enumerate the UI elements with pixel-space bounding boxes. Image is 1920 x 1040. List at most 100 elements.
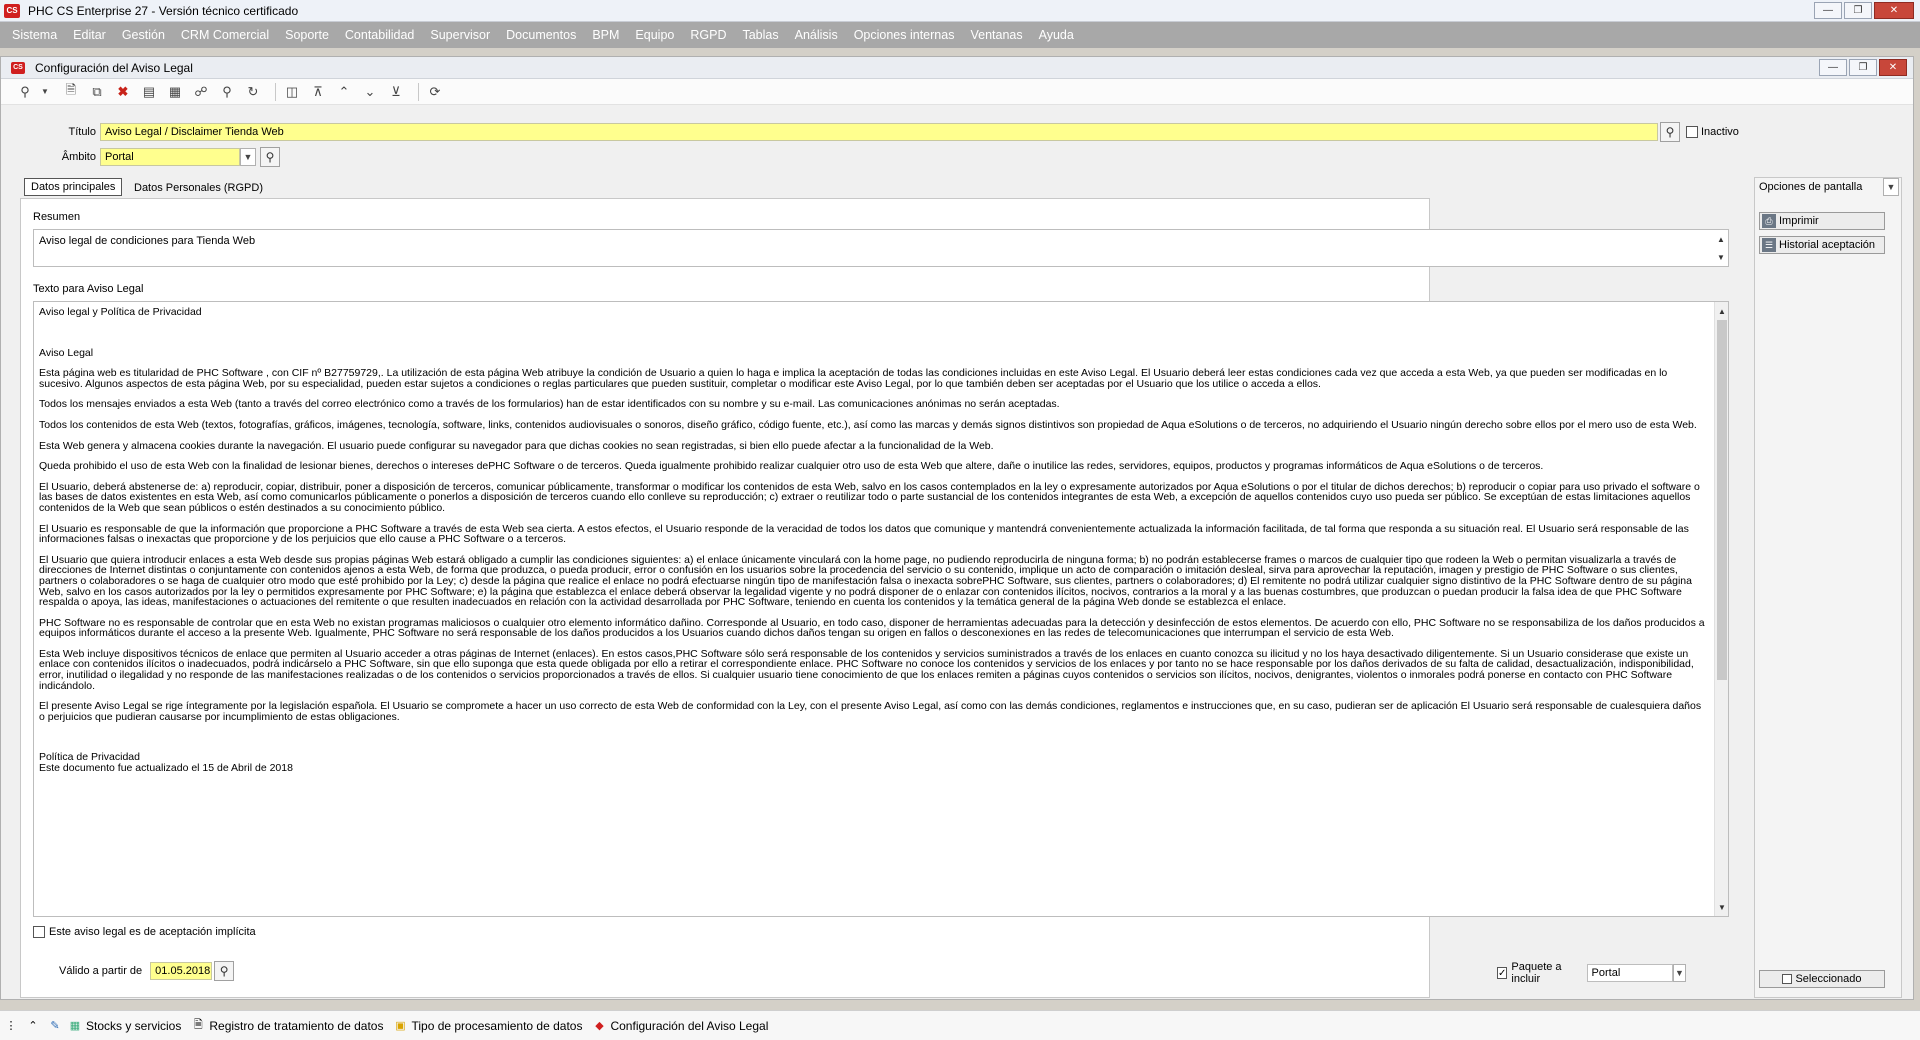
menu-item-ayuda[interactable]: Ayuda xyxy=(1033,28,1080,42)
texto-scrollbar[interactable]: ▲ ▼ xyxy=(1714,302,1728,916)
taskbar-item-aviso-legal[interactable]: ◆ Configuración del Aviso Legal xyxy=(592,1019,768,1033)
menu-item-tablas[interactable]: Tablas xyxy=(736,28,784,42)
app-titlebar: CS PHC CS Enterprise 27 - Versión técnic… xyxy=(0,0,1920,22)
preview-icon[interactable]: ◫ xyxy=(282,82,302,102)
menu-item-gestión[interactable]: Gestión xyxy=(116,28,171,42)
tab-datos-personales[interactable]: Datos Personales (RGPD) xyxy=(128,179,269,197)
menu-item-ventanas[interactable]: Ventanas xyxy=(964,28,1028,42)
legal-paragraph: El Usuario es responsable de que la info… xyxy=(39,522,1692,546)
search-icon[interactable]: ⚲ xyxy=(15,82,35,102)
ambito-dropdown-icon[interactable]: ▼ xyxy=(240,148,256,166)
window-controls: — ❐ ✕ xyxy=(1819,59,1907,76)
titulo-row: Título Aviso Legal / Disclaimer Tienda W… xyxy=(30,122,1739,142)
implicit-checkbox[interactable] xyxy=(33,926,45,938)
window-close-icon[interactable]: ✕ xyxy=(1879,59,1907,76)
dropdown-arrow-icon[interactable]: ▼ xyxy=(35,82,55,102)
valido-row: Válido a partir de 01.05.2018 ⚲ xyxy=(59,961,235,981)
menu-item-sistema[interactable]: Sistema xyxy=(6,28,63,42)
reload-icon[interactable]: ⟳ xyxy=(425,82,445,102)
scroll-up-icon[interactable]: ▲ xyxy=(1715,304,1728,318)
window-restore-icon[interactable]: ❐ xyxy=(1849,59,1877,76)
legal-paragraph: Esta página web es titularidad de PHC So… xyxy=(39,367,1671,390)
new-document-icon[interactable]: 🗎 xyxy=(61,82,81,102)
legal-paragraph: PHC Software no es responsable de contro… xyxy=(39,616,1708,640)
paquete-row: ✓ Paquete a incluir Portal ▼ xyxy=(1497,961,1686,985)
seleccionado-checkbox[interactable] xyxy=(1782,974,1793,984)
find-icon[interactable]: ⚲ xyxy=(217,82,237,102)
last-record-icon[interactable]: ⊻ xyxy=(386,82,406,102)
paquete-select[interactable]: Portal xyxy=(1586,964,1673,982)
taskbar-item-label: Stocks y servicios xyxy=(86,1018,182,1033)
menu-item-soporte[interactable]: Soporte xyxy=(279,28,335,42)
minimize-icon[interactable]: — xyxy=(1814,2,1842,19)
seleccionado-button[interactable]: Seleccionado xyxy=(1759,970,1885,988)
copy-document-icon[interactable]: ⧉ xyxy=(87,82,107,102)
grid-view-icon[interactable]: ▦ xyxy=(165,82,185,102)
implicit-label: Este aviso legal es de aceptación implíc… xyxy=(49,926,256,938)
history-icon: ☰ xyxy=(1762,238,1776,252)
scroll-down-icon[interactable]: ▼ xyxy=(1715,900,1728,914)
scroll-up-icon[interactable]: ▲ xyxy=(1714,232,1728,246)
resumen-textarea[interactable]: Aviso legal de condiciones para Tienda W… xyxy=(33,229,1729,267)
window-titlebar: CS Configuración del Aviso Legal — ❐ ✕ xyxy=(1,57,1913,79)
previous-record-icon[interactable]: ⌃ xyxy=(334,82,354,102)
scroll-down-icon[interactable]: ▼ xyxy=(1714,250,1728,264)
refresh-icon[interactable]: ↻ xyxy=(243,82,263,102)
paquete-dropdown-icon[interactable]: ▼ xyxy=(1672,964,1686,982)
acceptance-history-label: Historial aceptación xyxy=(1779,239,1875,251)
inactivo-checkbox[interactable] xyxy=(1686,126,1698,138)
paquete-checkbox[interactable]: ✓ xyxy=(1497,967,1508,979)
screen-options-dropdown-icon[interactable]: ▼ xyxy=(1883,178,1899,196)
restore-icon[interactable]: ❐ xyxy=(1844,2,1872,19)
resumen-scrollbar[interactable]: ▲ ▼ xyxy=(1714,230,1728,266)
menu-item-bpm[interactable]: BPM xyxy=(586,28,625,42)
menu-item-equipo[interactable]: Equipo xyxy=(629,28,680,42)
app-title: PHC CS Enterprise 27 - Versión técnico c… xyxy=(28,3,299,18)
window-minimize-icon[interactable]: — xyxy=(1819,59,1847,76)
titulo-search-icon[interactable]: ⚲ xyxy=(1660,122,1680,142)
calendar-search-icon[interactable]: ⚲ xyxy=(214,961,235,981)
menu-item-opciones-internas[interactable]: Opciones internas xyxy=(848,28,961,42)
print-button[interactable]: ⎙ Imprimir xyxy=(1759,212,1885,230)
legal-paragraph: Política de Privacidad Este documento fu… xyxy=(39,751,293,775)
taskbar-menu-icon[interactable]: ⋮ xyxy=(4,1019,22,1033)
menu-item-crm-comercial[interactable]: CRM Comercial xyxy=(175,28,275,42)
hierarchy-icon[interactable]: ☍ xyxy=(191,82,211,102)
menu-item-documentos[interactable]: Documentos xyxy=(500,28,582,42)
window-taskbar: ⋮ ⌃ ✎ ▦ Stocks y servicios 🗎 Registro de… xyxy=(0,1010,1920,1040)
taskbar-item-tipo[interactable]: ▣ Tipo de procesamiento de datos xyxy=(393,1019,582,1033)
titulo-input[interactable]: Aviso Legal / Disclaimer Tienda Web xyxy=(100,123,1658,141)
menu-item-análisis[interactable]: Análisis xyxy=(789,28,844,42)
seleccionado-label: Seleccionado xyxy=(1795,973,1862,985)
delete-icon[interactable]: ✖ xyxy=(113,82,133,102)
screen-options-dropdown[interactable]: Opciones de pantalla ▼ xyxy=(1755,178,1901,196)
close-icon[interactable]: ✕ xyxy=(1874,2,1914,19)
scroll-thumb[interactable] xyxy=(1717,320,1727,680)
acceptance-history-button[interactable]: ☰ Historial aceptación xyxy=(1759,236,1885,254)
taskbar-edit-icon[interactable]: ✎ xyxy=(48,1019,66,1033)
menu-item-supervisor[interactable]: Supervisor xyxy=(424,28,496,42)
ambito-label: Âmbito xyxy=(61,151,96,163)
taskbar-item-stocks[interactable]: ▦ Stocks y servicios xyxy=(68,1018,182,1033)
next-record-icon[interactable]: ⌄ xyxy=(360,82,380,102)
list-view-icon[interactable]: ▤ xyxy=(139,82,159,102)
valido-date-input[interactable]: 01.05.2018 xyxy=(150,962,213,980)
resumen-text: Aviso legal de condiciones para Tienda W… xyxy=(39,235,256,247)
paquete-label: Paquete a incluir xyxy=(1511,961,1562,985)
right-panel: Opciones de pantalla ▼ ⎙ Imprimir ☰ Hist… xyxy=(1754,177,1902,998)
taskbar-item-registro[interactable]: 🗎 Registro de tratamiento de datos xyxy=(191,1019,384,1033)
ambito-select[interactable]: Portal xyxy=(100,148,240,166)
legal-text-content: Aviso legal y Política de Privacidad Avis… xyxy=(39,307,1708,774)
taskbar-collapse-icon[interactable]: ⌃ xyxy=(26,1019,44,1033)
menu-item-editar[interactable]: Editar xyxy=(67,28,112,42)
legal-paragraph: Queda prohibido el uso de esta Web con l… xyxy=(39,460,1544,473)
first-record-icon[interactable]: ⊼ xyxy=(308,82,328,102)
toolbar-separator xyxy=(418,82,419,101)
tab-datos-principales[interactable]: Datos principales xyxy=(24,178,123,196)
legal-paragraph: Todos los contenidos de esta Web (textos… xyxy=(39,418,1697,431)
legal-notice-icon: ◆ xyxy=(595,1020,604,1032)
menu-item-contabilidad[interactable]: Contabilidad xyxy=(339,28,421,42)
texto-textarea[interactable]: Aviso legal y Política de Privacidad Avis… xyxy=(33,301,1729,917)
menu-item-rgpd[interactable]: RGPD xyxy=(684,28,732,42)
ambito-search-icon[interactable]: ⚲ xyxy=(260,147,280,167)
